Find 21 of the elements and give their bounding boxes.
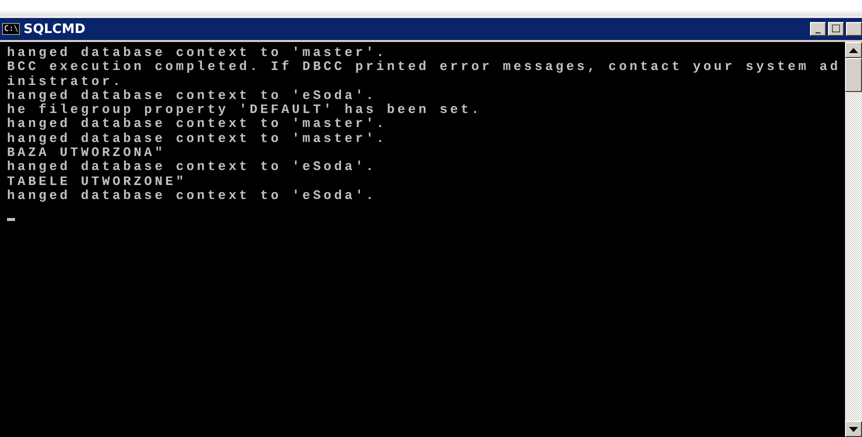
console-line: hanged database context to 'eSoda'.: [7, 188, 378, 204]
console-icon: C:\: [2, 23, 20, 35]
window-control-button[interactable]: _: [810, 22, 826, 36]
console-line: hanged database context to 'master'.: [7, 117, 388, 132]
scroll-up-icon[interactable]: [845, 42, 862, 58]
scrollbar[interactable]: [845, 42, 862, 437]
console-line: inistrator.: [7, 74, 124, 89]
window-title: SQLCMD: [23, 22, 86, 36]
console-line: hanged database context to 'eSoda'.: [7, 88, 378, 103]
console-line: BCC execution completed. If DBCC printed error messages, contact your system ad: [7, 60, 842, 75]
text-cursor: [7, 218, 15, 222]
console-line: he filegroup property 'DEFAULT' has been set.: [7, 103, 483, 118]
console-line: hanged database context to 'master'.: [7, 46, 388, 60]
close-button[interactable]: [846, 22, 862, 36]
scroll-down-icon[interactable]: [845, 421, 862, 437]
console-line: TABELE UTWORZONE": [7, 174, 188, 189]
console-line: hanged database context to 'eSoda'.: [7, 160, 378, 175]
window-control-button[interactable]: □: [828, 22, 844, 36]
scroll-thumb[interactable]: [845, 58, 862, 92]
console-line: hanged database context to 'master'.: [7, 132, 388, 146]
console-line: BAZA UTWORZONA": [7, 146, 166, 160]
